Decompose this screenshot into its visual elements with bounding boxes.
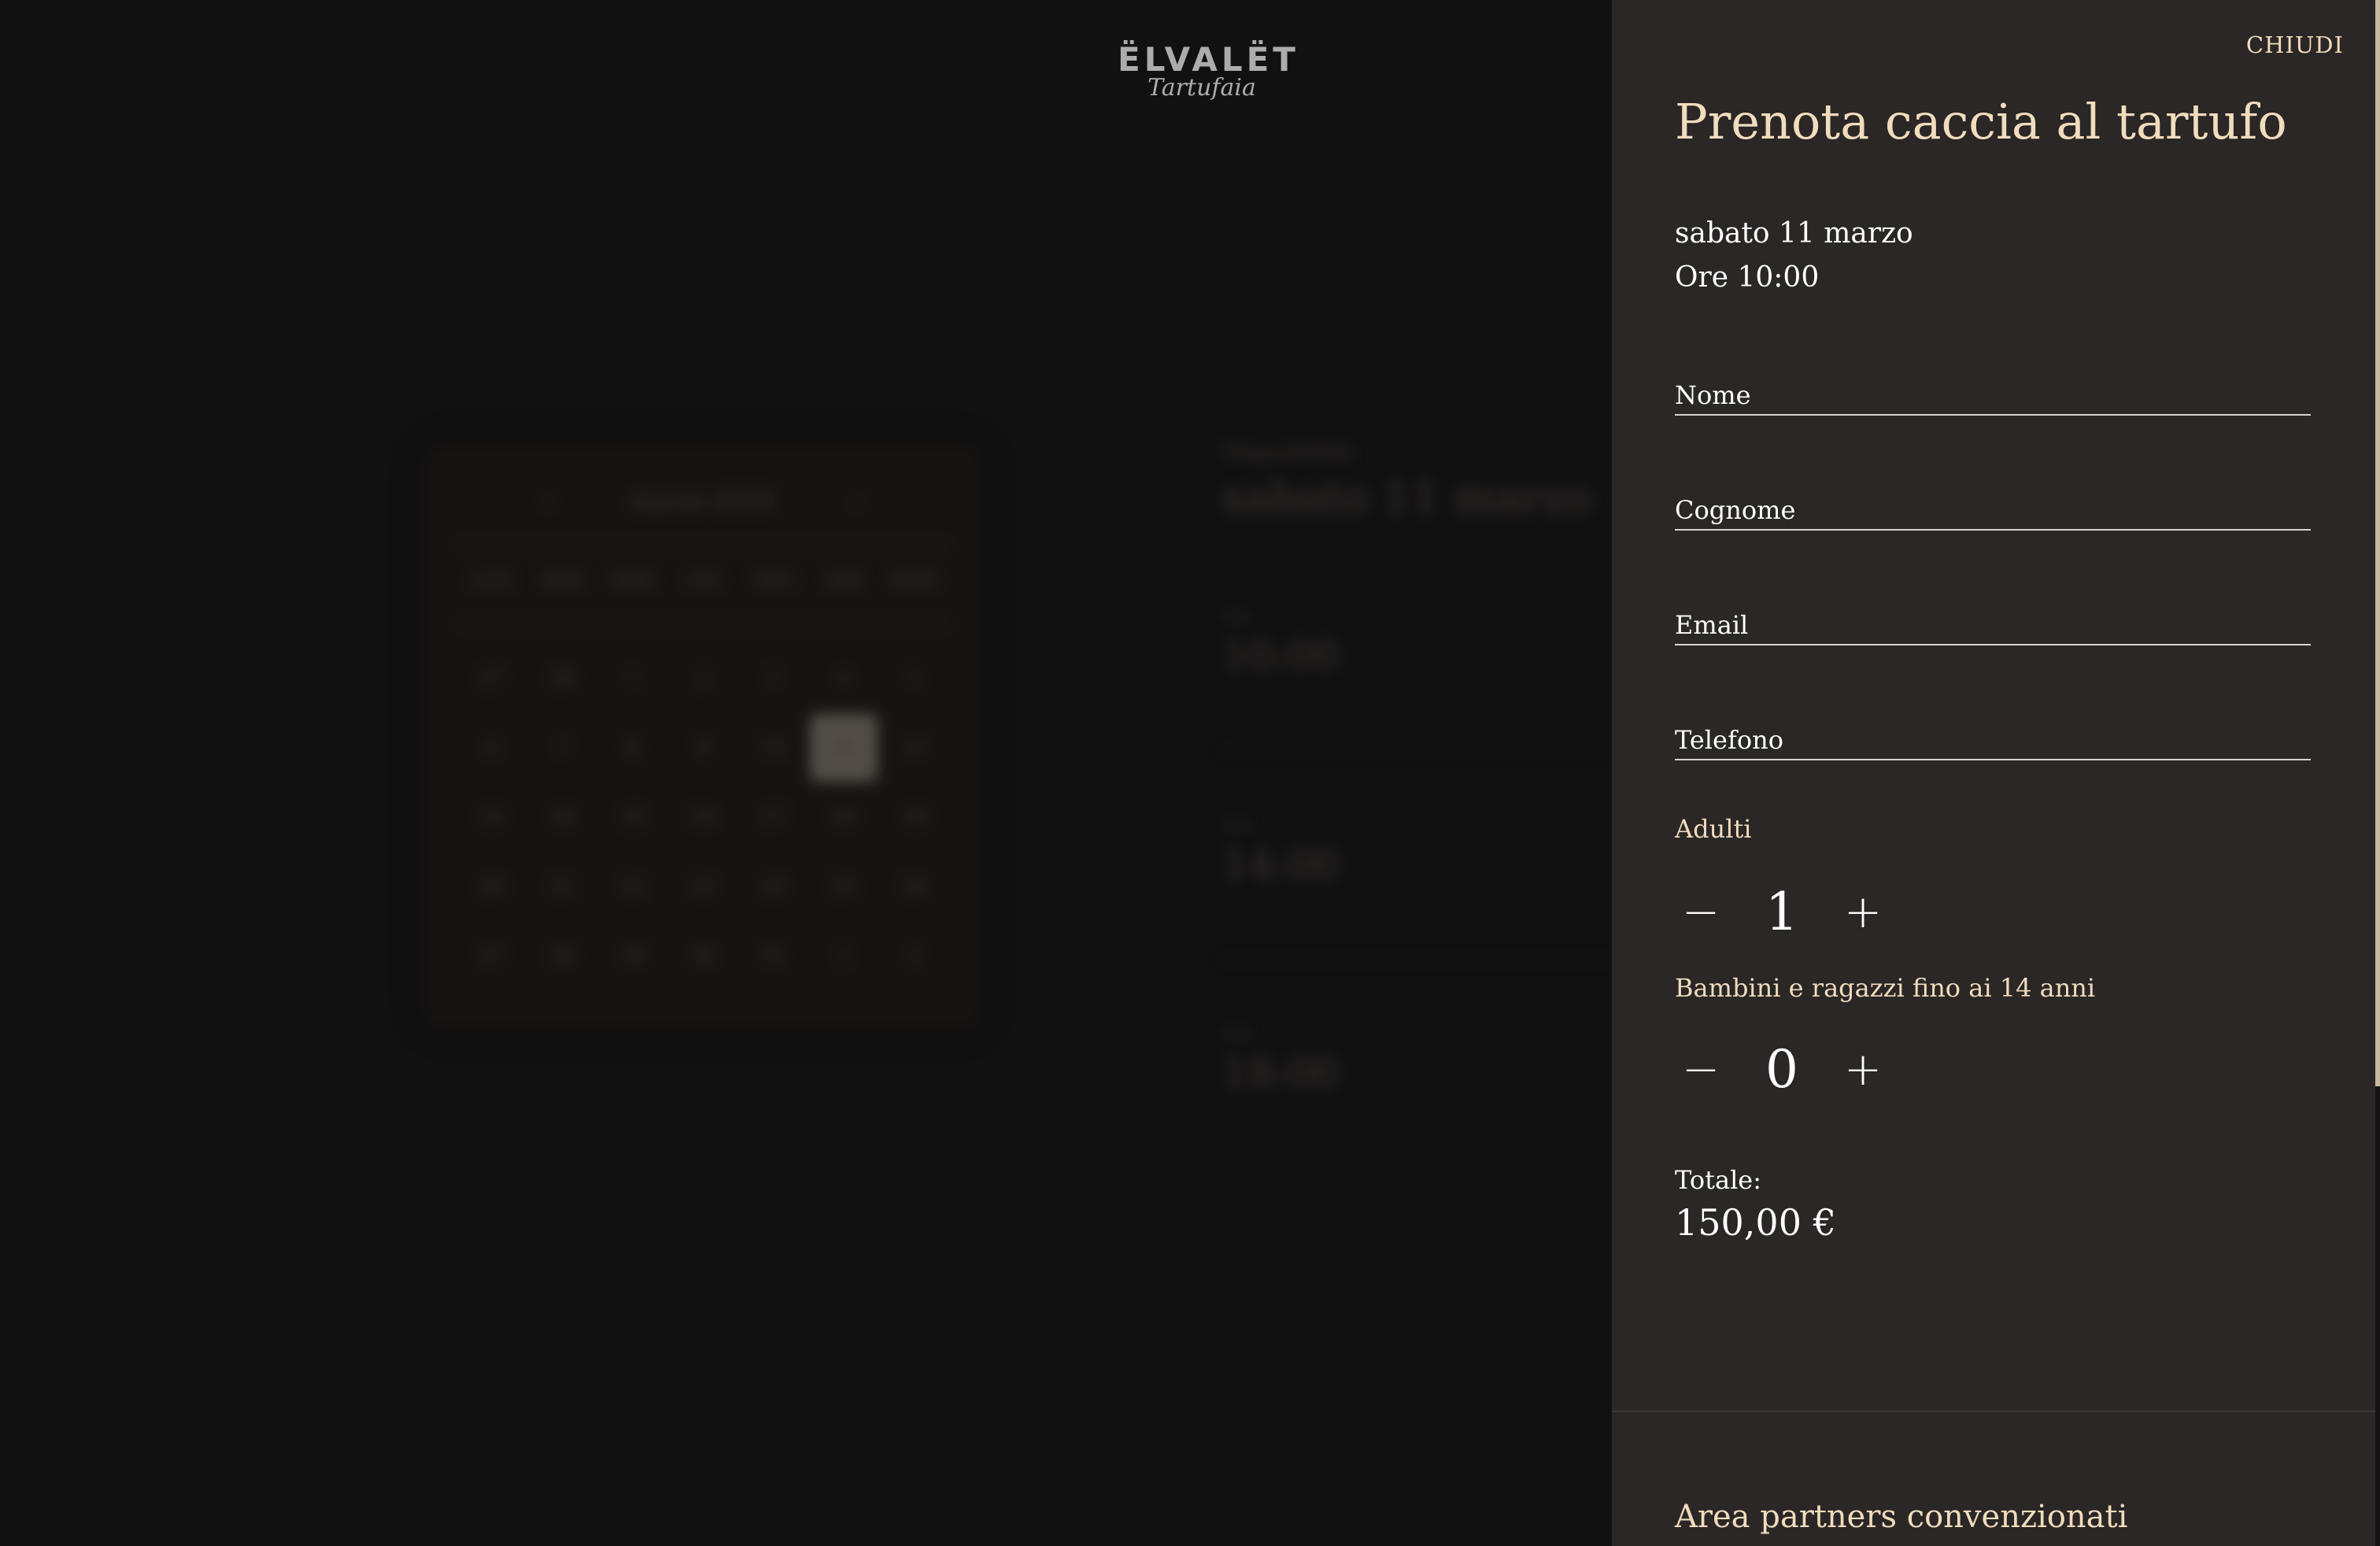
children-label: Bambini e ragazzi fino ai 14 anni — [1675, 973, 2096, 1003]
adults-label: Adulti — [1675, 814, 1752, 844]
email-field-wrapper — [1675, 598, 2311, 645]
panel-divider — [1612, 1411, 2375, 1412]
last-name-field-wrapper — [1675, 483, 2311, 531]
selected-time: Ore 10:00 — [1675, 261, 1820, 294]
children-count: 0 — [1765, 1038, 1798, 1100]
email-field[interactable] — [1675, 598, 2311, 644]
first-name-field-wrapper — [1675, 368, 2311, 416]
last-name-field[interactable] — [1675, 483, 2311, 529]
selected-date: sabato 11 marzo — [1675, 217, 1913, 250]
children-decrement-button[interactable]: − — [1675, 1037, 1727, 1100]
first-name-field[interactable] — [1675, 368, 2311, 414]
children-stepper: − 0 + — [1675, 1037, 1911, 1100]
page: ËLVALËT Tartufaia ‹ marzo 2023 › LUN MAR… — [0, 0, 2380, 1546]
adults-decrement-button[interactable]: − — [1675, 880, 1727, 943]
close-button[interactable]: CHIUDI — [2246, 31, 2344, 58]
partners-area-link[interactable]: Area partners convenzionati — [1675, 1499, 2127, 1535]
adults-increment-button[interactable]: + — [1837, 880, 1889, 943]
phone-field-wrapper — [1675, 713, 2311, 760]
booking-panel: CHIUDI Prenota caccia al tartufo sabato … — [1612, 0, 2375, 1546]
scrollbar-thumb[interactable] — [2375, 0, 2380, 1086]
children-increment-button[interactable]: + — [1837, 1037, 1889, 1100]
total-label: Totale: — [1675, 1165, 1762, 1195]
adults-stepper: − 1 + — [1675, 880, 1911, 943]
total-price: 150,00 € — [1675, 1201, 1836, 1244]
phone-field[interactable] — [1675, 713, 2311, 759]
scrollbar-track[interactable] — [2375, 1086, 2380, 1546]
panel-title: Prenota caccia al tartufo — [1675, 93, 2287, 150]
adults-count: 1 — [1765, 881, 1798, 942]
